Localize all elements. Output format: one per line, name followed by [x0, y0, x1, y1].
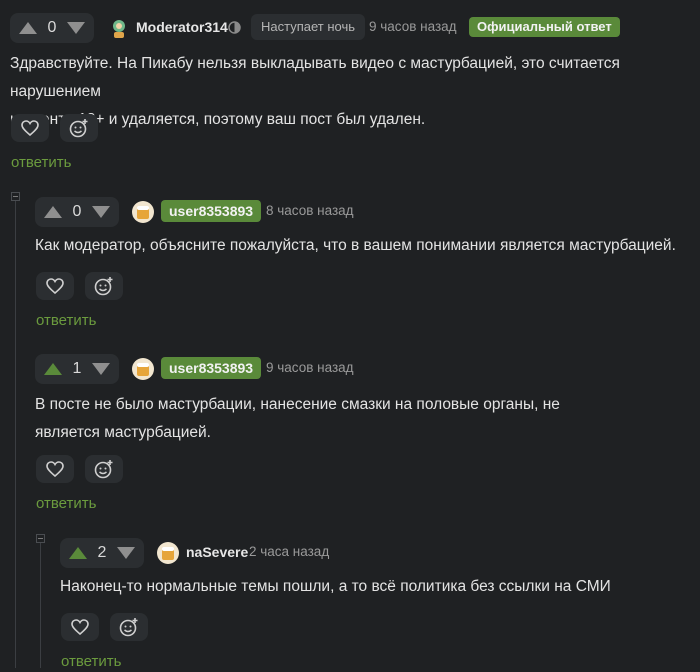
reply-link[interactable]: ответить: [61, 652, 121, 672]
username[interactable]: user8353893: [161, 200, 262, 222]
timestamp[interactable]: 9 часов назад: [266, 357, 354, 379]
avatar[interactable]: [108, 17, 130, 39]
vote-widget: 1: [35, 354, 119, 384]
arrow-up-icon[interactable]: [18, 21, 38, 35]
thread-line: [15, 200, 16, 668]
comment-text: Здравствуйте. На Пикабу нельзя выкладыва…: [10, 50, 700, 134]
vote-count: 0: [72, 203, 82, 220]
like-button[interactable]: [61, 613, 99, 641]
heart-icon: [21, 120, 39, 136]
avatar[interactable]: [132, 201, 154, 223]
arrow-up-icon[interactable]: [43, 362, 63, 376]
vote-widget: 0: [35, 197, 119, 227]
heart-icon: [71, 619, 89, 635]
add-reaction-button[interactable]: [60, 114, 98, 142]
avatar[interactable]: [132, 358, 154, 380]
vote-count: 1: [72, 360, 82, 377]
username[interactable]: user8353893: [161, 357, 262, 379]
add-reaction-button[interactable]: [85, 455, 123, 483]
reply-link[interactable]: ответить: [36, 311, 96, 331]
like-button[interactable]: [36, 455, 74, 483]
add-emoji-icon: [94, 460, 113, 479]
timestamp[interactable]: 9 часов назад: [369, 16, 457, 38]
official-answer-badge: Официальный ответ: [469, 17, 620, 37]
moon-icon: [228, 21, 241, 39]
comment-line: контента 18+ и удаляется, поэтому ваш по…: [10, 111, 426, 128]
comment-line: является мастурбацией.: [35, 424, 211, 441]
vote-widget: 2: [60, 538, 144, 568]
timestamp[interactable]: 2 часа назад: [249, 541, 329, 563]
add-reaction-button[interactable]: [110, 613, 148, 641]
reply-link[interactable]: ответить: [36, 494, 96, 514]
reply-link[interactable]: ответить: [11, 153, 71, 173]
heart-icon: [46, 278, 64, 294]
add-emoji-icon: [119, 618, 138, 637]
username[interactable]: naSevere: [186, 541, 248, 563]
add-emoji-icon: [94, 277, 113, 296]
comment-line: Наконец-то нормальные темы пошли, а то в…: [60, 578, 611, 595]
timestamp[interactable]: 8 часов назад: [266, 200, 354, 222]
arrow-down-icon[interactable]: [116, 546, 136, 560]
like-button[interactable]: [36, 272, 74, 300]
add-reaction-button[interactable]: [85, 272, 123, 300]
collapse-icon[interactable]: [36, 534, 45, 543]
vote-count: 2: [97, 544, 107, 561]
comment-text: В посте не было мастурбации, нанесение с…: [35, 391, 695, 447]
thread-line: [40, 542, 41, 668]
heart-icon: [46, 461, 64, 477]
comment-line: В посте не было мастурбации, нанесение с…: [35, 396, 560, 413]
username[interactable]: Moderator314: [136, 16, 228, 38]
like-button[interactable]: [11, 114, 49, 142]
comment-line: Здравствуйте. На Пикабу нельзя выкладыва…: [10, 55, 620, 100]
arrow-down-icon[interactable]: [91, 205, 111, 219]
status-tag: Наступает ночь: [251, 14, 366, 40]
comment-text: Как модератор, объясните пожалуйста, что…: [35, 232, 695, 260]
arrow-up-icon[interactable]: [43, 205, 63, 219]
arrow-down-icon[interactable]: [91, 362, 111, 376]
avatar[interactable]: [157, 542, 179, 564]
vote-count: 0: [47, 19, 57, 36]
arrow-down-icon[interactable]: [66, 21, 86, 35]
arrow-up-icon[interactable]: [68, 546, 88, 560]
add-emoji-icon: [69, 119, 88, 138]
comment-line: Как модератор, объясните пожалуйста, что…: [35, 237, 676, 254]
vote-widget: 0: [10, 13, 94, 43]
comment-text: Наконец-то нормальные темы пошли, а то в…: [60, 573, 695, 601]
collapse-icon[interactable]: [11, 192, 20, 201]
